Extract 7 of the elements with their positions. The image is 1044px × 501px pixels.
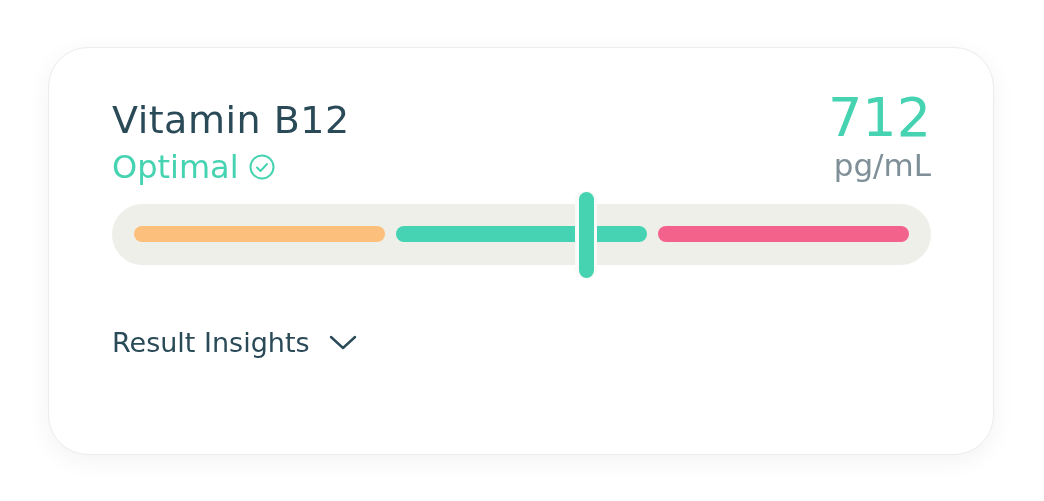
result-insights-toggle[interactable]: Result Insights: [112, 327, 358, 358]
check-circle-icon: [248, 153, 275, 180]
marker-name: Vitamin B12: [112, 98, 350, 144]
unit-label: pg/mL: [832, 147, 931, 185]
result-value: 712: [827, 88, 931, 148]
status-label: Optimal: [112, 147, 239, 186]
chevron-icon: [327, 333, 358, 352]
